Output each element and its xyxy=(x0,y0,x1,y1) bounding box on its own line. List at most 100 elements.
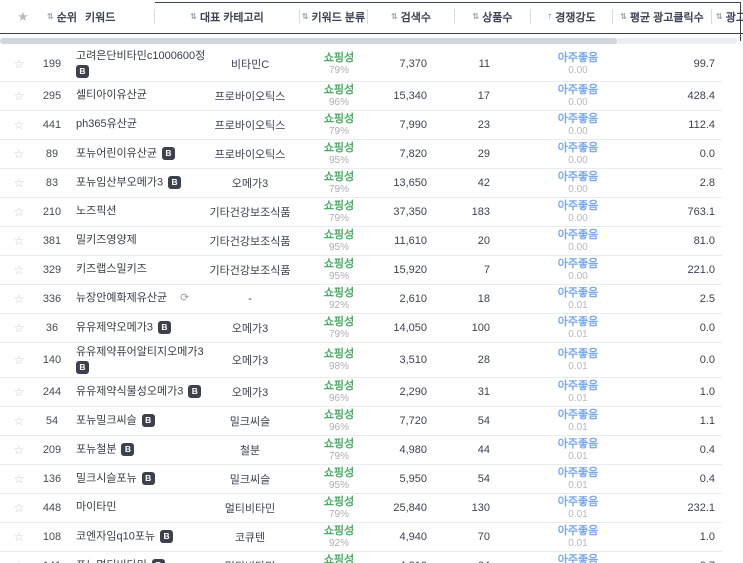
star-outline-icon[interactable] xyxy=(14,530,25,544)
product-count-cell: 28 xyxy=(477,354,490,366)
keyword-text[interactable]: ph365유산균 xyxy=(76,118,137,130)
favorite-cell xyxy=(0,57,38,71)
star-outline-icon[interactable] xyxy=(14,292,25,306)
keyword-text[interactable]: 유유제약퓨어알티지오메가3 xyxy=(76,346,204,358)
keyword-type-cell: 쇼핑성 98% xyxy=(310,348,368,372)
keyword-type-label: 쇼핑성 xyxy=(323,553,355,563)
competition-cell: 아주좋음 0.00 xyxy=(508,171,648,195)
keyword-text[interactable]: 코엔자임q10포뉴 xyxy=(76,530,155,542)
header-ad[interactable]: 광고 xyxy=(712,9,743,24)
keyword-cell[interactable]: 노즈픽션 xyxy=(66,205,190,219)
star-outline-icon[interactable] xyxy=(14,147,25,161)
keyword-cell[interactable]: 코엔자임q10포뉴 B xyxy=(66,529,190,544)
search-volume-cell: 7,820 xyxy=(399,148,427,160)
table-row: 329 키즈랩스밀키즈 기타건강보조식품 쇼핑성 95% 15,920 7 아주… xyxy=(0,256,722,285)
keyword-text[interactable]: 밀크시슬포뉴 xyxy=(76,472,137,484)
star-outline-icon[interactable] xyxy=(14,443,25,457)
header-keyword-type[interactable]: 키워드 분류 xyxy=(300,9,368,24)
keyword-type-label: 쇼핑성 xyxy=(323,83,355,96)
star-outline-icon[interactable] xyxy=(14,385,25,399)
star-outline-icon[interactable] xyxy=(14,234,25,248)
competition-value: 0.01 xyxy=(568,421,588,433)
keyword-cell[interactable]: 밀크시슬포뉴 B xyxy=(66,471,190,486)
competition-label: 아주좋음 xyxy=(557,83,599,96)
scrollbar-thumb[interactable] xyxy=(0,38,617,44)
keyword-text[interactable]: 마이타민 xyxy=(76,501,116,513)
keyword-type-label: 쇼핑성 xyxy=(323,379,355,392)
refresh-icon[interactable] xyxy=(180,292,189,304)
header-keyword[interactable]: 키워드 xyxy=(78,9,155,24)
star-outline-icon[interactable] xyxy=(14,263,25,277)
keyword-text[interactable]: 유유제약식물성오메가3 xyxy=(76,385,183,397)
star-outline-icon[interactable] xyxy=(14,501,25,515)
competition-label: 아주좋음 xyxy=(557,408,599,421)
header-category[interactable]: 대표 카테고리 xyxy=(155,9,300,24)
keyword-text[interactable]: 유유제약오메가3 xyxy=(76,321,153,333)
keyword-type-label: 쇼핑성 xyxy=(323,141,355,154)
competition-value: 0.00 xyxy=(568,212,588,224)
keyword-cell[interactable]: 밀키즈영양제 xyxy=(66,234,190,248)
sort-icon xyxy=(620,13,627,21)
keyword-cell[interactable]: 유유제약식물성오메가3 B xyxy=(66,384,202,399)
keyword-cell[interactable]: 고려은단비타민c1000600정 B xyxy=(66,50,205,79)
header-product-count[interactable]: 상품수 xyxy=(455,9,531,24)
keyword-text[interactable]: 노즈픽션 xyxy=(76,205,116,217)
horizontal-scrollbar[interactable] xyxy=(0,38,737,44)
star-outline-icon[interactable] xyxy=(14,414,25,428)
keyword-cell[interactable]: 셀티아이유산균 xyxy=(66,89,190,103)
star-outline-icon[interactable] xyxy=(14,176,25,190)
keyword-text[interactable]: 고려은단비타민c1000600정 xyxy=(76,50,205,62)
keyword-cell[interactable]: 키즈랩스밀키즈 xyxy=(66,263,190,277)
keyword-cell[interactable]: 마이타민 xyxy=(66,501,190,515)
header-search-volume[interactable]: 검색수 xyxy=(368,9,455,24)
star-header-icon xyxy=(17,10,29,23)
keyword-cell[interactable]: 포뉴철분 B xyxy=(66,442,190,457)
star-outline-icon[interactable] xyxy=(14,321,25,335)
star-outline-icon[interactable] xyxy=(14,118,25,132)
keyword-text[interactable]: 포뉴밀크씨슬 xyxy=(76,414,137,426)
keyword-cell[interactable]: 포뉴멀티비타민 B xyxy=(66,558,190,563)
competition-label: 아주좋음 xyxy=(557,51,599,64)
header-avg-ad-clicks[interactable]: 평균 광고클릭수 xyxy=(613,9,712,24)
keyword-cell[interactable]: 포뉴어린이유산균 B xyxy=(66,146,190,161)
product-count-cell: 31 xyxy=(477,386,490,398)
competition-label: 아주좋음 xyxy=(557,199,599,212)
keyword-cell[interactable]: 유유제약퓨어알티지오메가3 B xyxy=(66,346,204,375)
keyword-text[interactable]: 뉴장안예화제유산균 xyxy=(76,292,167,304)
keyword-text[interactable]: 밀키즈영양제 xyxy=(76,234,137,246)
keyword-text[interactable]: 포뉴임산부오메가3 xyxy=(76,176,163,188)
keyword-cell[interactable]: 포뉴밀크씨슬 B xyxy=(66,413,190,428)
keyword-type-label: 쇼핑성 xyxy=(323,315,355,328)
competition-label: 아주좋음 xyxy=(557,257,599,270)
star-outline-icon[interactable] xyxy=(14,472,25,486)
star-outline-icon[interactable] xyxy=(14,205,25,219)
rank-cell: 336 xyxy=(42,293,62,305)
avg-ad-clicks-cell: 232.1 xyxy=(687,502,715,514)
sort-icon xyxy=(391,13,398,21)
keyword-cell[interactable]: ph365유산균 xyxy=(66,118,190,132)
keyword-cell[interactable]: 뉴장안예화제유산균 xyxy=(66,292,190,306)
star-outline-icon[interactable] xyxy=(14,559,25,563)
keyword-text[interactable]: 포뉴철분 xyxy=(76,443,116,455)
star-outline-icon[interactable] xyxy=(14,89,25,103)
category-cell: 기타건강보조식품 xyxy=(209,265,291,277)
keyword-type-label: 쇼핑성 xyxy=(323,257,355,270)
search-volume-cell: 13,650 xyxy=(393,177,427,189)
keyword-text[interactable]: 키즈랩스밀키즈 xyxy=(76,263,147,275)
category-cell: 오메가3 xyxy=(231,323,269,335)
star-outline-icon[interactable] xyxy=(14,57,25,71)
header-favorite[interactable] xyxy=(0,9,46,24)
keyword-text[interactable]: 포뉴멀티비타민 xyxy=(76,559,147,563)
keyword-cell[interactable]: 포뉴임산부오메가3 B xyxy=(66,175,190,190)
keyword-text[interactable]: 포뉴어린이유산균 xyxy=(76,147,157,159)
rank-cell: 89 xyxy=(45,148,59,160)
header-competition[interactable]: 경쟁강도 xyxy=(531,9,613,24)
competition-value: 0.00 xyxy=(568,64,588,76)
star-outline-icon[interactable] xyxy=(14,353,25,367)
keyword-cell[interactable]: 유유제약오메가3 B xyxy=(66,320,190,335)
keyword-type-cell: 쇼핑성 79% xyxy=(310,113,368,137)
competition-cell: 아주좋음 0.01 xyxy=(508,438,648,462)
favorite-cell xyxy=(0,292,38,306)
keyword-text[interactable]: 셀티아이유산균 xyxy=(76,89,147,101)
header-rank[interactable]: 순위 xyxy=(46,9,78,24)
